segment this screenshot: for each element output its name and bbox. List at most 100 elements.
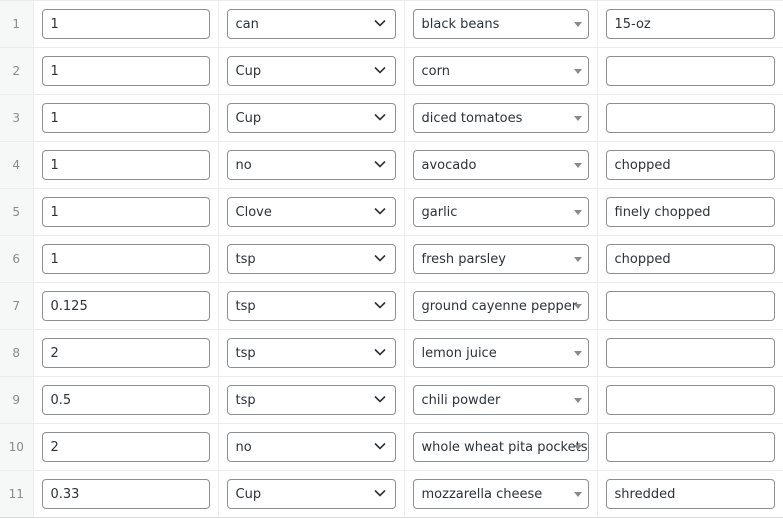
unit-select[interactable]: Cup xyxy=(226,479,396,509)
dropdown-arrow-icon xyxy=(573,351,582,356)
chevron-down-icon xyxy=(373,254,386,262)
notes-input[interactable]: chopped xyxy=(605,150,775,180)
notes-input[interactable]: shredded xyxy=(605,479,775,509)
table-row: 4 1 no avocado chopped xyxy=(0,141,783,189)
dropdown-arrow-icon xyxy=(573,163,582,168)
chevron-down-icon xyxy=(373,442,386,450)
unit-select[interactable]: tsp xyxy=(226,338,396,368)
amount-input[interactable]: 1 xyxy=(41,56,210,86)
table-row: 7 0.125 tsp ground cayenne pepper xyxy=(0,282,783,330)
notes-input[interactable] xyxy=(605,338,775,368)
table-row: 5 1 Clove garlic finely chopped xyxy=(0,188,783,236)
ingredient-select[interactable]: avocado xyxy=(412,150,589,180)
notes-input[interactable] xyxy=(605,291,775,321)
notes-input[interactable]: chopped xyxy=(605,244,775,274)
unit-value: Clove xyxy=(235,204,272,220)
ingredient-select[interactable]: black beans xyxy=(412,9,589,39)
ingredient-select[interactable]: chili powder xyxy=(412,385,589,415)
unit-select[interactable]: no xyxy=(226,150,396,180)
ingredient-value: garlic xyxy=(421,204,458,220)
chevron-down-icon xyxy=(373,207,386,215)
chevron-down-icon xyxy=(373,66,386,74)
row-number: 4 xyxy=(0,141,33,189)
dropdown-arrow-icon xyxy=(573,69,582,74)
amount-input[interactable]: 1 xyxy=(41,197,210,227)
dropdown-arrow-icon xyxy=(573,398,582,403)
ingredient-value: corn xyxy=(421,63,450,79)
unit-value: Cup xyxy=(235,63,262,79)
row-number: 3 xyxy=(0,94,33,142)
row-number: 1 xyxy=(0,0,33,48)
unit-value: tsp xyxy=(235,251,256,267)
unit-select[interactable]: tsp xyxy=(226,291,396,321)
table-row: 8 2 tsp lemon juice xyxy=(0,329,783,377)
notes-input[interactable]: 15-oz xyxy=(605,9,775,39)
amount-input[interactable]: 1 xyxy=(41,103,210,133)
notes-input[interactable] xyxy=(605,103,775,133)
unit-select[interactable]: tsp xyxy=(226,244,396,274)
ingredient-value: fresh parsley xyxy=(421,251,506,267)
ingredient-select[interactable]: mozzarella cheese xyxy=(412,479,589,509)
dropdown-arrow-icon xyxy=(573,304,582,309)
amount-input[interactable]: 2 xyxy=(41,338,210,368)
row-number: 9 xyxy=(0,376,33,424)
dropdown-arrow-icon xyxy=(573,116,582,121)
table-row: 1 1 can black beans 15-oz xyxy=(0,0,783,48)
notes-input[interactable] xyxy=(605,56,775,86)
dropdown-arrow-icon xyxy=(573,492,582,497)
row-number: 6 xyxy=(0,235,33,283)
unit-value: tsp xyxy=(235,298,256,314)
table-row: 9 0.5 tsp chili powder xyxy=(0,376,783,424)
ingredient-value: ground cayenne pepper xyxy=(421,298,578,314)
unit-value: no xyxy=(235,439,252,455)
ingredient-value: black beans xyxy=(421,16,500,32)
ingredient-select[interactable]: garlic xyxy=(412,197,589,227)
ingredient-select[interactable]: diced tomatoes xyxy=(412,103,589,133)
dropdown-arrow-icon xyxy=(573,210,582,215)
unit-value: Cup xyxy=(235,486,262,502)
row-number: 2 xyxy=(0,47,33,95)
ingredient-select[interactable]: lemon juice xyxy=(412,338,589,368)
notes-input[interactable] xyxy=(605,385,775,415)
ingredient-select[interactable]: fresh parsley xyxy=(412,244,589,274)
row-number: 7 xyxy=(0,282,33,330)
unit-value: can xyxy=(235,16,259,32)
amount-input[interactable]: 1 xyxy=(41,150,210,180)
amount-input[interactable]: 0.33 xyxy=(41,479,210,509)
ingredients-table: 1 1 can black beans 15-oz 2 1 Cup corn 3… xyxy=(0,0,783,518)
chevron-down-icon xyxy=(373,301,386,309)
chevron-down-icon xyxy=(373,395,386,403)
ingredient-value: diced tomatoes xyxy=(421,110,523,126)
ingredient-select[interactable]: whole wheat pita pockets xyxy=(412,432,589,462)
unit-select[interactable]: tsp xyxy=(226,385,396,415)
amount-input[interactable]: 0.125 xyxy=(41,291,210,321)
amount-input[interactable]: 0.5 xyxy=(41,385,210,415)
dropdown-arrow-icon xyxy=(573,22,582,27)
unit-select[interactable]: Cup xyxy=(226,103,396,133)
unit-select[interactable]: Cup xyxy=(226,56,396,86)
unit-select[interactable]: can xyxy=(226,9,396,39)
unit-value: Cup xyxy=(235,110,262,126)
table-row: 2 1 Cup corn xyxy=(0,47,783,95)
table-row: 10 2 no whole wheat pita pockets xyxy=(0,423,783,471)
amount-input[interactable]: 2 xyxy=(41,432,210,462)
ingredient-select[interactable]: corn xyxy=(412,56,589,86)
unit-select[interactable]: Clove xyxy=(226,197,396,227)
dropdown-arrow-icon xyxy=(573,445,582,450)
unit-select[interactable]: no xyxy=(226,432,396,462)
chevron-down-icon xyxy=(373,113,386,121)
notes-input[interactable] xyxy=(605,432,775,462)
notes-input[interactable]: finely chopped xyxy=(605,197,775,227)
ingredient-select[interactable]: ground cayenne pepper xyxy=(412,291,589,321)
ingredient-value: avocado xyxy=(421,157,477,173)
amount-input[interactable]: 1 xyxy=(41,244,210,274)
row-number: 8 xyxy=(0,329,33,377)
chevron-down-icon xyxy=(373,19,386,27)
unit-value: tsp xyxy=(235,392,256,408)
amount-input[interactable]: 1 xyxy=(41,9,210,39)
chevron-down-icon xyxy=(373,489,386,497)
table-row: 6 1 tsp fresh parsley chopped xyxy=(0,235,783,283)
table-row: 3 1 Cup diced tomatoes xyxy=(0,94,783,142)
row-number: 11 xyxy=(0,470,33,518)
ingredient-value: whole wheat pita pockets xyxy=(421,439,588,455)
